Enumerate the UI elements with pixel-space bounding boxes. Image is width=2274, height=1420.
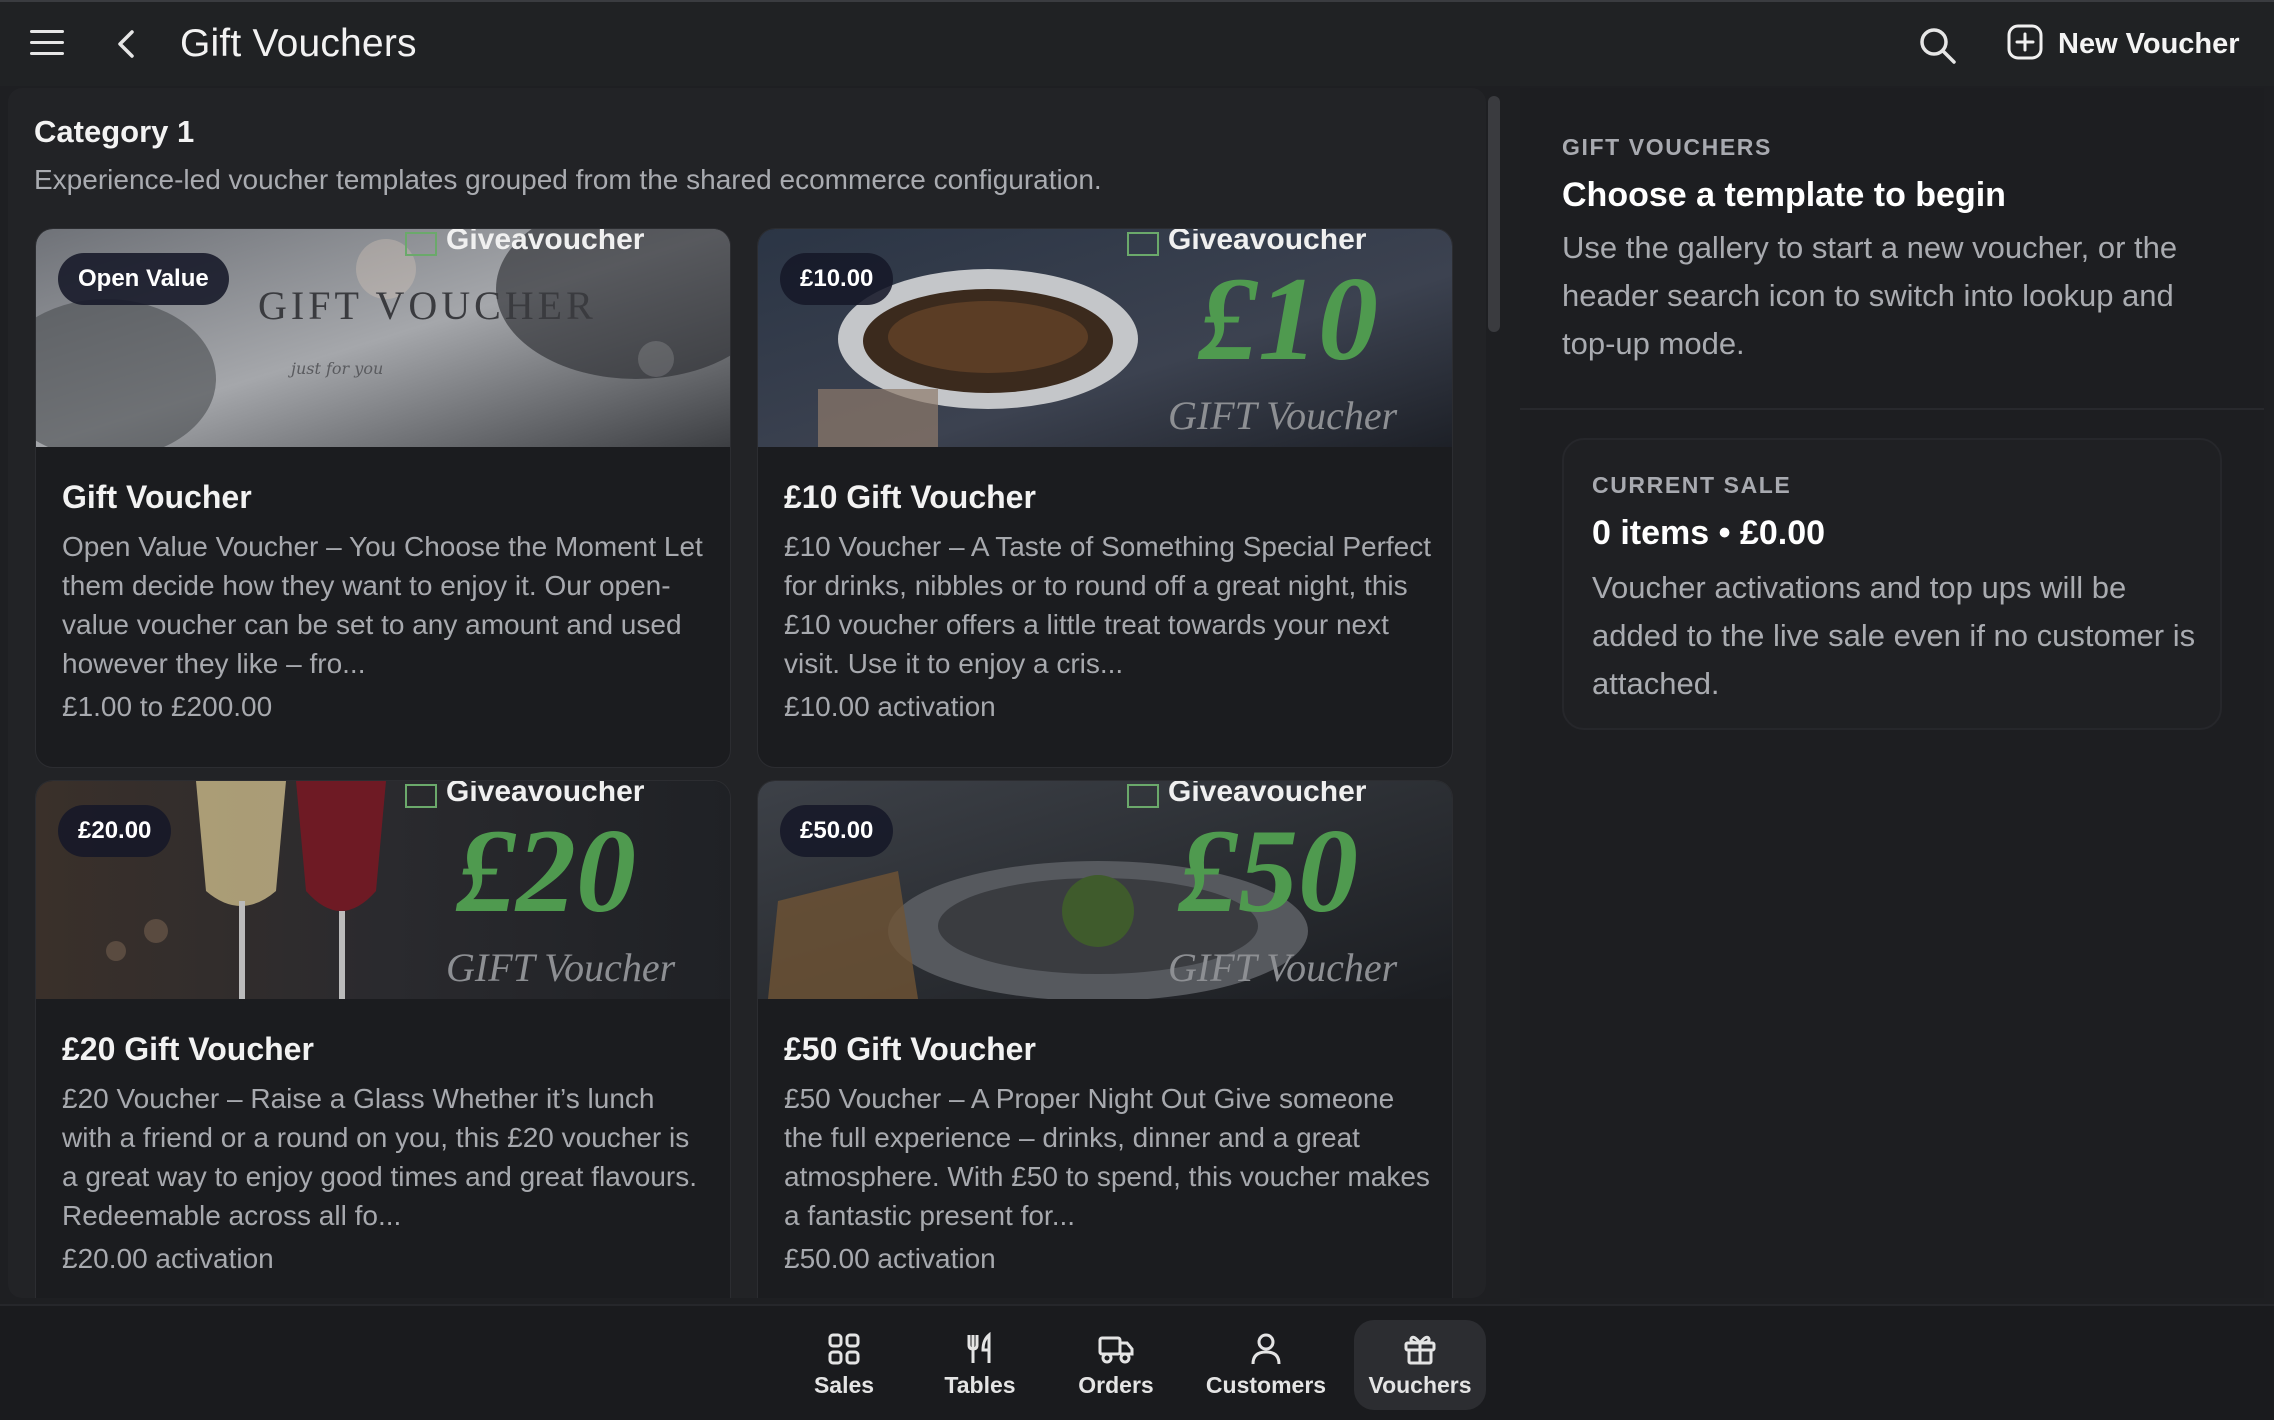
new-voucher-label: New Voucher <box>2058 27 2240 60</box>
truck-icon <box>1097 1332 1135 1372</box>
category-title: Category 1 <box>34 114 195 149</box>
voucher-name: £50 Gift Voucher <box>784 1031 1036 1067</box>
new-voucher-button[interactable]: New Voucher <box>2006 22 2240 66</box>
voucher-description: Open Value Voucher – You Choose the Mome… <box>62 531 703 679</box>
top-header: Gift Vouchers New Voucher <box>0 0 2274 86</box>
voucher-image-text: GIFT VOUCHER <box>258 283 597 328</box>
brand-logo: Giveavoucher <box>1168 229 1367 256</box>
sale-eyebrow: CURRENT SALE <box>1592 472 1792 498</box>
category-description: Experience-led voucher templates grouped… <box>34 164 1102 195</box>
app-root: Gift Vouchers New Voucher Category 1 Exp… <box>0 0 2274 1420</box>
nav-orders[interactable]: Orders <box>1060 1320 1172 1410</box>
brand-logo: Giveavoucher <box>446 781 645 808</box>
voucher-image-script: just for you <box>288 359 383 378</box>
gift-icon <box>1403 1332 1437 1372</box>
nav-label: Customers <box>1205 1371 1327 1398</box>
nav-customers[interactable]: Customers <box>1194 1320 1338 1410</box>
voucher-gallery: Category 1 Experience-led voucher templa… <box>8 88 1486 1298</box>
brand-logo: Giveavoucher <box>446 229 645 256</box>
page-title: Gift Vouchers <box>180 22 417 65</box>
voucher-caption-graphic: GIFT Voucher <box>1168 945 1398 990</box>
voucher-amount-graphic: £50 <box>1177 804 1358 937</box>
bottom-nav: Sales Tables Orders Customers Vouchers <box>0 1304 2274 1420</box>
price-badge: £10.00 <box>780 253 894 305</box>
brand-logo: Giveavoucher <box>1168 781 1367 808</box>
search-icon[interactable] <box>1916 24 1958 66</box>
voucher-amount-graphic: £10 <box>1197 252 1378 385</box>
voucher-description: £10 Voucher – A Taste of Something Speci… <box>784 531 1432 679</box>
side-body: Use the gallery to start a new voucher, … <box>1562 230 2178 361</box>
nav-label: Tables <box>944 1371 1016 1398</box>
price-badge: £20.00 <box>58 805 172 857</box>
voucher-price: £10.00 activation <box>784 691 996 722</box>
person-icon <box>1249 1332 1283 1372</box>
price-badge: £50.00 <box>780 805 894 857</box>
voucher-caption-graphic: GIFT Voucher <box>1168 393 1398 438</box>
voucher-caption-graphic: GIFT Voucher <box>446 945 676 990</box>
voucher-price: £50.00 activation <box>784 1243 996 1274</box>
menu-icon[interactable] <box>30 30 64 58</box>
side-heading: Choose a template to begin <box>1562 176 2006 214</box>
voucher-amount-graphic: £20 <box>455 804 636 937</box>
grid-icon <box>827 1332 861 1372</box>
nav-label: Vouchers <box>1368 1371 1472 1398</box>
current-sale-card: CURRENT SALE 0 items • £0.00 Voucher act… <box>1562 438 2222 730</box>
nav-tables[interactable]: Tables <box>924 1320 1036 1410</box>
voucher-description: £50 Voucher – A Proper Night Out Give so… <box>784 1083 1430 1231</box>
plus-square-icon <box>2006 23 2044 66</box>
cutlery-icon <box>963 1331 997 1372</box>
voucher-card-20[interactable]: £20 GIFT Voucher Giveavoucher £20.00 £20… <box>35 780 731 1298</box>
side-eyebrow: GIFT VOUCHERS <box>1562 134 1772 160</box>
side-panel: GIFT VOUCHERS Choose a template to begin… <box>1520 88 2264 1298</box>
voucher-price: £1.00 to £200.00 <box>62 691 273 722</box>
template-prompt: GIFT VOUCHERS Choose a template to begin… <box>1520 88 2264 410</box>
voucher-name: £20 Gift Voucher <box>62 1031 314 1067</box>
nav-sales[interactable]: Sales <box>788 1320 900 1410</box>
voucher-name: £10 Gift Voucher <box>784 479 1036 515</box>
nav-label: Orders <box>1078 1371 1154 1398</box>
sale-amount: 0 items • £0.00 <box>1592 514 1826 552</box>
voucher-card-10[interactable]: £10 GIFT Voucher Giveavoucher £10.00 £10… <box>757 228 1453 768</box>
voucher-card-open-value[interactable]: GIFT VOUCHER just for you Giveavoucher O… <box>35 228 731 768</box>
voucher-name: Gift Voucher <box>62 479 252 515</box>
gallery-scrollbar[interactable] <box>1488 96 1500 332</box>
price-badge: Open Value <box>58 253 229 305</box>
nav-label: Sales <box>813 1371 875 1398</box>
nav-vouchers[interactable]: Vouchers <box>1354 1320 1486 1410</box>
voucher-card-50[interactable]: £50 GIFT Voucher Giveavoucher £50.00 £50… <box>757 780 1453 1298</box>
voucher-price: £20.00 activation <box>62 1243 274 1274</box>
back-chevron-icon[interactable] <box>112 26 142 62</box>
sale-body: Voucher activations and top ups will be … <box>1592 570 2196 701</box>
voucher-description: £20 Voucher – Raise a Glass Whether it’s… <box>62 1083 698 1231</box>
